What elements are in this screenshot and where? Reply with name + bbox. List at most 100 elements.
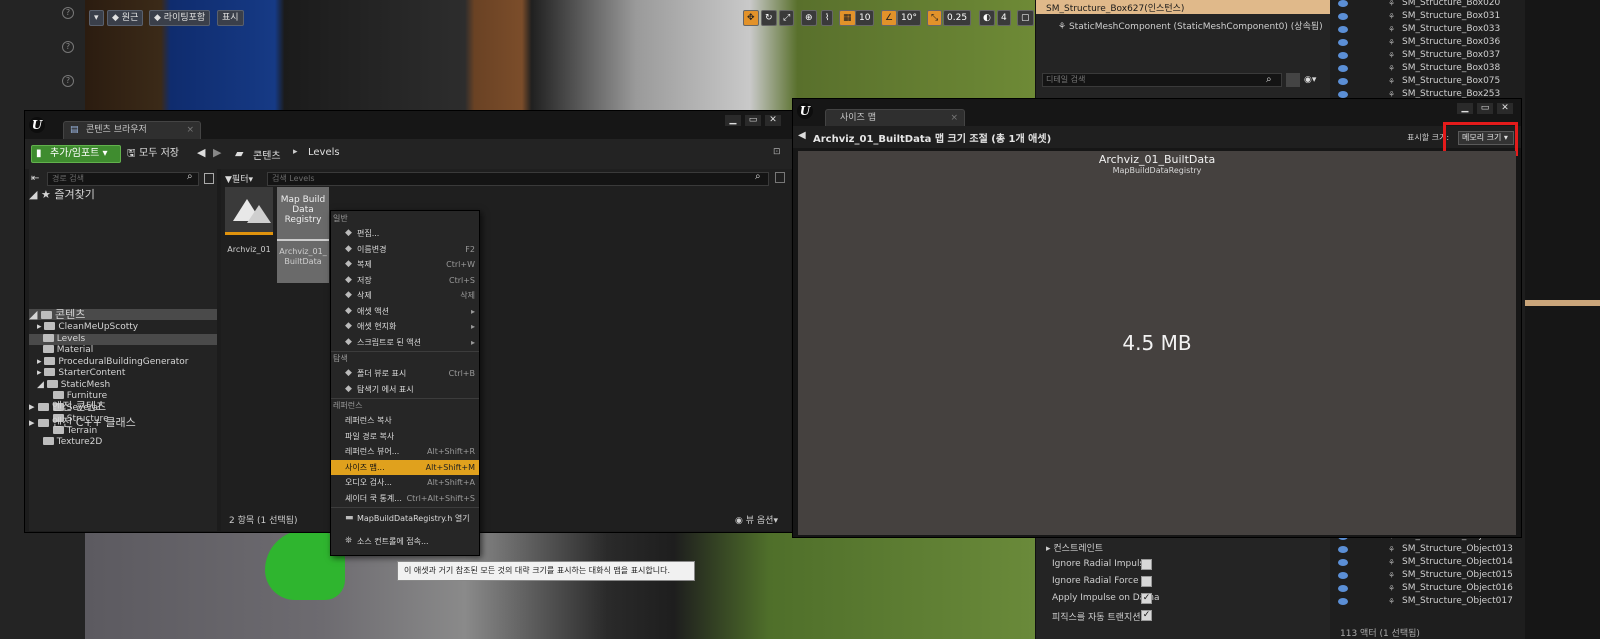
close-tab-icon[interactable]: × [186, 122, 194, 139]
rotate-snap-icon[interactable]: ∠ [881, 10, 898, 26]
outliner-row[interactable]: ⚘ SM_Structure_Box037 [1330, 50, 1525, 63]
grid-snap-value[interactable]: 10 [855, 10, 875, 26]
favorites-section[interactable]: ◢ ★ 즐겨찾기 [29, 189, 217, 200]
folder-tree-item[interactable]: ▸ ProceduralBuildingGenerator [29, 356, 217, 368]
source-control-menu-item[interactable]: ⛯ 소스 컨트롤에 접속... [331, 534, 479, 549]
menu-item[interactable]: 오디오 검사... Alt+Shift+A [331, 475, 479, 490]
outliner-row[interactable]: ⚘ SM_Structure_Box020 [1330, 0, 1525, 11]
menu-item[interactable]: 사이즈 맵... Alt+Shift+M [331, 459, 479, 475]
visibility-eye-icon[interactable] [1338, 572, 1348, 579]
close-button[interactable]: ✕ [1497, 103, 1513, 114]
splitter-bar[interactable] [1525, 300, 1600, 306]
visibility-eye-icon[interactable] [1338, 559, 1348, 566]
asset-tile-selected[interactable]: Map Build Data Registry Archviz_01_ Buil… [277, 187, 329, 283]
menu-item[interactable]: ◆ 편집... [331, 226, 479, 241]
component-label[interactable]: ⚘ StaticMeshComponent (StaticMeshCompone… [1058, 19, 1323, 32]
scale-snap-icon[interactable]: ⤡ [927, 10, 943, 26]
view-options-icon[interactable] [204, 173, 214, 184]
engine-cpp-folder[interactable]: ▸ 엔진 C++ 클래스 [29, 417, 217, 428]
outliner-row[interactable]: ⚘ SM_Structure_Object016 [1330, 583, 1525, 596]
visibility-eye-icon[interactable] [1338, 26, 1348, 33]
collapse-sources-icon[interactable]: ⇤ [31, 173, 39, 184]
breadcrumb-root[interactable]: 콘텐츠 [253, 147, 281, 162]
camera-speed-icon[interactable]: ◐ [979, 10, 995, 26]
forward-icon[interactable]: ▶ [213, 146, 221, 159]
help-icon[interactable]: ? [62, 7, 74, 19]
menu-item[interactable]: ◆ 스크립트로 된 액션 ▸ [331, 335, 479, 350]
outliner-row[interactable]: ⚘ SM_Structure_Object014 [1330, 557, 1525, 570]
folder-tree-item[interactable]: Material [29, 345, 217, 356]
folder-tree-item[interactable]: ▸ CleanMeUpScotty [29, 322, 217, 333]
surface-snap-icon[interactable]: ⌇ [821, 10, 834, 26]
menu-item[interactable]: ◆ 삭제 삭제 [331, 288, 479, 303]
menu-item[interactable]: ◆ 애셋 현지화 ▸ [331, 319, 479, 334]
folder-tree-item[interactable]: ▸ StarterContent [29, 368, 217, 379]
perspective-button[interactable]: ◆ 원근 [107, 10, 144, 26]
grid-snap-icon[interactable]: ▦ [839, 10, 856, 26]
tab-size-map[interactable]: 사이즈 맵 × [825, 109, 965, 127]
tab-content-browser[interactable]: ▤ 콘텐츠 브라우저 × [63, 121, 201, 139]
filter-button[interactable]: ▼필터▾ [225, 172, 253, 185]
minimize-button[interactable]: ▁ [1457, 103, 1473, 114]
outliner-row[interactable]: ⚘ SM_Structure_Object013 [1330, 544, 1525, 557]
outliner-row[interactable]: ⚘ SM_Structure_Object017 [1330, 596, 1525, 609]
maximize-button[interactable]: ▭ [745, 115, 761, 126]
folder-tree-item[interactable]: ◢ 콘텐츠 [29, 309, 217, 320]
help-icon[interactable]: ? [62, 41, 74, 53]
folder-tree-item[interactable]: Texture2D [29, 437, 217, 448]
ignore-radial-impulse-checkbox[interactable] [1141, 559, 1152, 570]
menu-item[interactable]: ◆ 탐색기 에서 표시 [331, 382, 479, 397]
visibility-eye-icon[interactable] [1338, 0, 1348, 7]
menu-item[interactable]: ◆ 이름변경 F2 [331, 242, 479, 257]
engine-content-folder[interactable]: ▸ 엔진 콘텐츠 [29, 401, 217, 412]
ignore-radial-force-checkbox[interactable] [1141, 576, 1152, 587]
constraints-section[interactable]: ▸ 컨스트레인트 [1046, 541, 1103, 554]
visibility-eye-icon[interactable] [1338, 65, 1348, 72]
level-viewport-lower[interactable] [85, 532, 1035, 639]
outliner-row[interactable]: ⚘ SM_Structure_Object015 [1330, 570, 1525, 583]
minimize-button[interactable]: ▁ [725, 115, 741, 126]
auto-physics-checkbox[interactable]: ✓ [1141, 610, 1152, 621]
eye-icon[interactable]: ◉▾ [1304, 75, 1316, 85]
outliner-row[interactable]: ⚘ SM_Structure_Box038 [1330, 63, 1525, 76]
size-map-canvas[interactable]: Archviz_01_BuiltData MapBuildDataRegistr… [798, 151, 1516, 535]
outliner-row[interactable]: ⚘ SM_Structure_Box075 [1330, 76, 1525, 89]
outliner-row[interactable]: ⚘ SM_Structure_Box036 [1330, 37, 1525, 50]
scale-snap-value[interactable]: 0.25 [943, 10, 972, 26]
visibility-eye-icon[interactable] [1338, 13, 1348, 20]
maximize-viewport-icon[interactable]: ▢ [1017, 10, 1034, 26]
save-all-button[interactable]: 🖫 모두 저장 [125, 145, 187, 163]
visibility-eye-icon[interactable] [1338, 39, 1348, 46]
breadcrumb-current[interactable]: Levels [308, 147, 340, 158]
outliner-row[interactable]: ⚘ SM_Structure_Box033 [1330, 24, 1525, 37]
add-import-button[interactable]: ▮ 추가/임포트 ▾ [31, 145, 121, 163]
lock-icon[interactable]: ⊡ [773, 147, 781, 157]
visibility-eye-icon[interactable] [1338, 598, 1348, 605]
rotate-icon[interactable]: ↻ [761, 10, 777, 26]
visibility-eye-icon[interactable] [1338, 78, 1348, 85]
close-button[interactable]: ✕ [765, 115, 781, 126]
scale-icon[interactable]: ⤢ [779, 10, 795, 26]
menu-item[interactable]: ◆ 애셋 액션 ▸ [331, 304, 479, 319]
translate-icon[interactable]: ✥ [743, 10, 759, 26]
camera-speed-value[interactable]: 4 [997, 10, 1011, 26]
menu-item[interactable]: ◆ 복제 Ctrl+W [331, 257, 479, 272]
menu-item[interactable]: 파일 경로 복사 [331, 429, 479, 444]
menu-item[interactable]: 셰이더 쿡 통계... Ctrl+Alt+Shift+S [331, 491, 479, 506]
asset-tile[interactable]: Archviz_01 [225, 187, 273, 254]
menu-item[interactable]: 레퍼런스 복사 [331, 413, 479, 428]
show-button[interactable]: 표시 [217, 10, 244, 26]
save-search-icon[interactable] [775, 172, 785, 183]
grid-view-icon[interactable] [1286, 73, 1300, 87]
outliner-row[interactable]: ⚘ SM_Structure_Box031 [1330, 11, 1525, 24]
view-options-button[interactable]: ◉ 뷰 옵션▾ [735, 513, 778, 526]
world-space-icon[interactable]: ⊕ [801, 10, 817, 26]
selected-instance-row[interactable]: SM_Structure_Box627(인스턴스) [1036, 0, 1330, 14]
back-icon[interactable]: ◀ [197, 146, 205, 159]
visibility-eye-icon[interactable] [1338, 546, 1348, 553]
apply-impulse-checkbox[interactable]: ✓ [1141, 593, 1152, 604]
path-search-input[interactable]: 경로 검색 [47, 172, 199, 186]
visibility-eye-icon[interactable] [1338, 91, 1348, 98]
visibility-eye-icon[interactable] [1338, 585, 1348, 592]
back-icon[interactable]: ◀ [798, 130, 806, 141]
